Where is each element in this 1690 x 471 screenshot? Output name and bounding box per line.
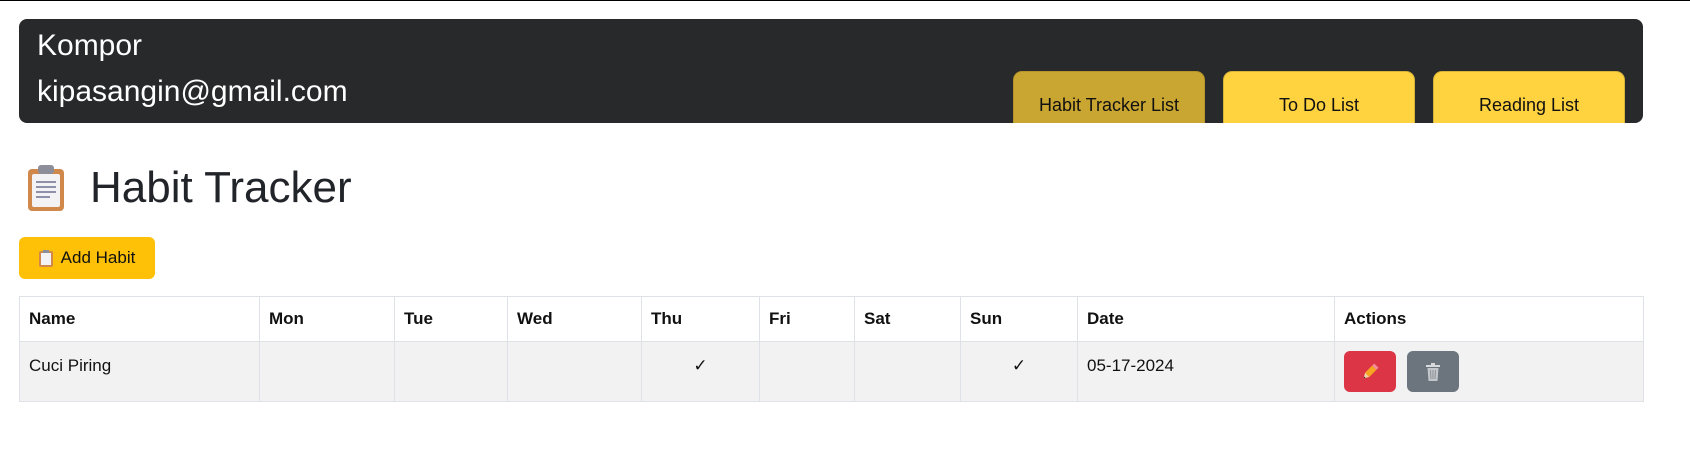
- fri-cell: [759, 341, 855, 402]
- trash-icon: [1425, 363, 1440, 381]
- delete-button[interactable]: [1406, 351, 1459, 392]
- add-habit-label: Add Habit: [60, 248, 136, 267]
- page-title: Habit Tracker: [90, 163, 352, 212]
- pencil-icon: [1363, 363, 1379, 379]
- tab-habit-tracker-list[interactable]: Habit Tracker List: [1013, 71, 1205, 123]
- actions-cell: [1334, 341, 1644, 402]
- table-row: Cuci Piring ✓ ✓ 05-17-2024: [19, 341, 1644, 402]
- clipboard-icon: [26, 165, 66, 211]
- sat-cell: [854, 341, 961, 402]
- date-cell: 05-17-2024: [1077, 341, 1335, 402]
- clipboard-icon: [38, 249, 53, 267]
- column-header-date: Date: [1077, 296, 1335, 342]
- thu-cell: ✓: [641, 341, 760, 402]
- user-name: Kompor: [37, 29, 143, 62]
- column-header-sat: Sat: [854, 296, 961, 342]
- top-border: [0, 0, 1690, 1]
- wed-cell: [507, 341, 642, 402]
- add-habit-button[interactable]: Add Habit: [19, 237, 155, 279]
- tab-to-do-list[interactable]: To Do List: [1223, 71, 1415, 123]
- column-header-wed: Wed: [507, 296, 642, 342]
- column-header-thu: Thu: [641, 296, 760, 342]
- column-header-actions: Actions: [1334, 296, 1644, 342]
- column-header-tue: Tue: [394, 296, 508, 342]
- user-email: kipasangin@gmail.com: [37, 75, 348, 108]
- page-heading: Habit Tracker: [26, 160, 352, 216]
- column-header-fri: Fri: [759, 296, 855, 342]
- app-header: Kompor kipasangin@gmail.com Habit Tracke…: [19, 19, 1643, 123]
- column-header-sun: Sun: [960, 296, 1078, 342]
- column-header-mon: Mon: [259, 296, 395, 342]
- tue-cell: [394, 341, 508, 402]
- mon-cell: [259, 341, 395, 402]
- habit-table: Name Mon Tue Wed Thu Fri Sat Sun Date Ac…: [19, 296, 1644, 402]
- column-header-name: Name: [19, 296, 260, 342]
- tab-reading-list[interactable]: Reading List: [1433, 71, 1625, 123]
- sun-cell: ✓: [960, 341, 1078, 402]
- edit-button[interactable]: [1344, 351, 1396, 392]
- habit-name-cell: Cuci Piring: [19, 341, 260, 402]
- table-header-row: Name Mon Tue Wed Thu Fri Sat Sun Date Ac…: [19, 296, 1644, 342]
